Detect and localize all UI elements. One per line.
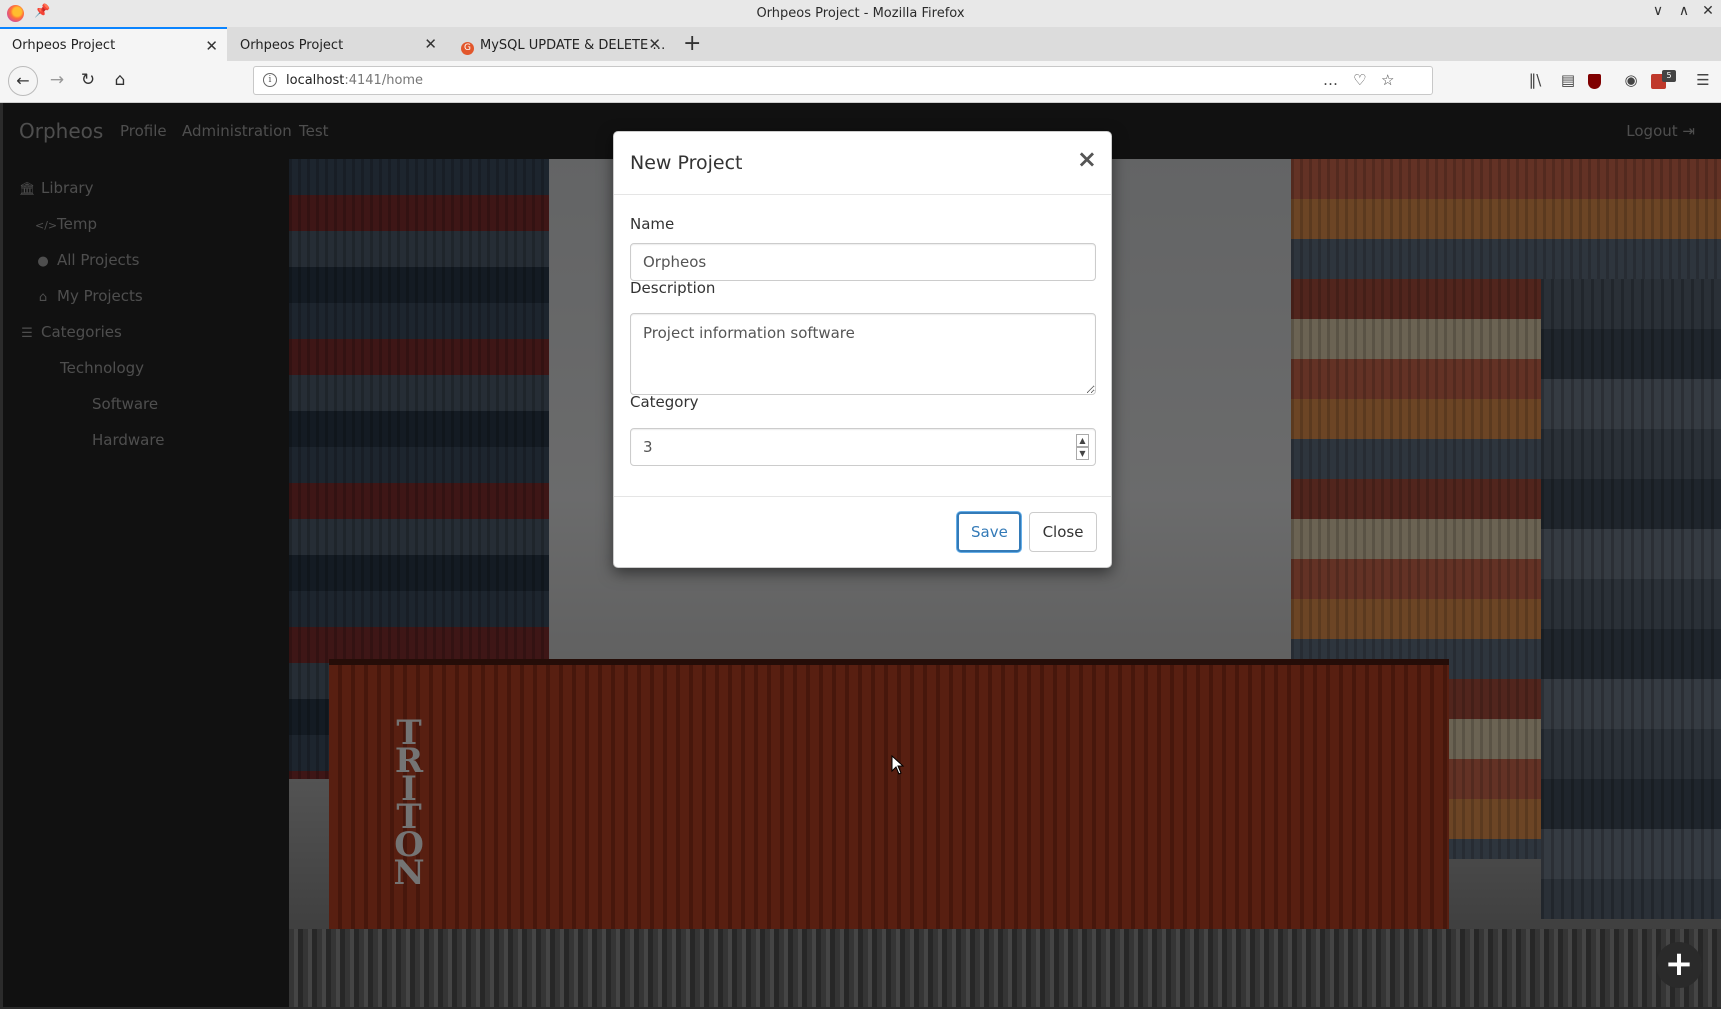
notification-badge: 5 (1662, 70, 1676, 82)
add-fab-plus-icon[interactable]: + (1656, 942, 1702, 988)
bookmark-star-icon[interactable]: ☆ (1381, 71, 1394, 89)
library-icon[interactable]: ‖\ (1524, 71, 1546, 89)
window-titlebar: 📌 Orhpeos Project - Mozilla Firefox ∨ ∧ … (0, 0, 1721, 27)
ublock-shield-icon[interactable] (1588, 74, 1601, 89)
tab-mysql-update-delete[interactable]: G MySQL UPDATE & DELETE … ✕ (449, 27, 670, 61)
category-value: 3 (643, 438, 653, 456)
close-button[interactable]: Close (1029, 512, 1097, 552)
window-title: Orhpeos Project - Mozilla Firefox (756, 6, 965, 21)
url-port-path: :4141/home (344, 73, 424, 88)
tab-close-icon[interactable]: ✕ (205, 37, 218, 55)
tab-label: MySQL UPDATE & DELETE … (480, 38, 666, 53)
url-host: localhost (286, 73, 345, 88)
modal-footer: Save Close (614, 496, 1111, 569)
new-tab-icon[interactable]: + (683, 31, 701, 56)
home-icon[interactable]: ⌂ (107, 70, 133, 90)
save-button[interactable]: Save (957, 512, 1021, 552)
minimize-icon[interactable]: ∨ (1648, 3, 1668, 19)
navigation-toolbar: ← → ↻ ⌂ i localhost:4141/home … ♡ ☆ ‖\ ▤… (0, 61, 1721, 103)
page-actions-icon[interactable]: … (1323, 71, 1338, 89)
modal-close-icon[interactable]: × (1077, 147, 1097, 171)
reload-icon[interactable]: ↻ (75, 70, 101, 90)
modal-header: New Project × (614, 132, 1111, 195)
stepper-down-icon[interactable]: ▼ (1076, 447, 1089, 460)
category-number-input[interactable]: 3 ▲ ▼ (630, 428, 1096, 466)
account-icon[interactable]: ◉ (1620, 71, 1642, 89)
name-label: Name (630, 215, 675, 233)
tab-orhpeos-project-1[interactable]: Orhpeos Project ✕ (0, 27, 227, 61)
stepper-up-icon[interactable]: ▲ (1076, 434, 1089, 447)
description-textarea[interactable]: Project information software (630, 313, 1096, 395)
address-bar[interactable]: i localhost:4141/home … ♡ ☆ (253, 66, 1433, 95)
maximize-icon[interactable]: ∧ (1674, 3, 1694, 19)
sidebar-toggle-icon[interactable]: ▤ (1557, 71, 1579, 89)
site-favicon-icon: G (461, 42, 474, 55)
modal-title: New Project (630, 152, 743, 174)
tab-close-icon[interactable]: ✕ (648, 35, 661, 53)
back-arrow-icon[interactable]: ← (8, 66, 38, 96)
tab-orhpeos-project-2[interactable]: Orhpeos Project ✕ (228, 27, 446, 61)
tab-label: Orhpeos Project (12, 38, 116, 53)
description-label: Description (630, 279, 716, 297)
new-project-modal: New Project × Name Description Project i… (613, 131, 1112, 568)
tab-close-icon[interactable]: ✕ (424, 35, 437, 53)
name-input[interactable] (630, 243, 1096, 281)
forward-arrow-icon[interactable]: → (44, 70, 70, 90)
tab-label: Orhpeos Project (240, 38, 344, 53)
url-text[interactable]: localhost:4141/home (286, 73, 423, 88)
category-stepper[interactable]: ▲ ▼ (1076, 434, 1089, 460)
pocket-icon[interactable]: ♡ (1353, 71, 1366, 89)
window-close-icon[interactable]: ✕ (1698, 3, 1718, 19)
tab-bar: Orhpeos Project ✕ Orhpeos Project ✕ G MyS… (0, 27, 1721, 61)
menu-hamburger-icon[interactable]: ☰ (1692, 71, 1714, 89)
category-label: Category (630, 393, 699, 411)
site-info-icon[interactable]: i (263, 73, 277, 87)
